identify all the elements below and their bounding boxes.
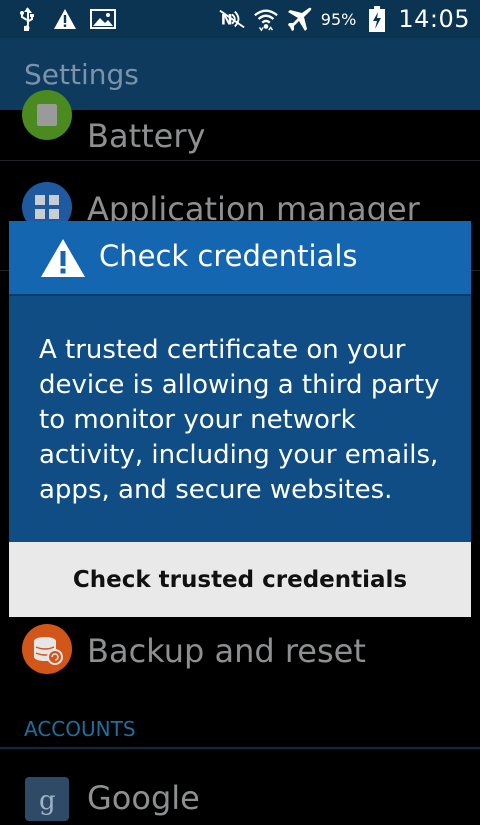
dialog-title: Check credentials bbox=[99, 239, 358, 273]
dialog-header: Check credentials bbox=[9, 221, 471, 294]
dialog-divider bbox=[9, 294, 471, 296]
check-credentials-dialog: Check credentials A trusted certificate … bbox=[9, 221, 471, 617]
check-trusted-credentials-button[interactable]: Check trusted credentials bbox=[9, 542, 471, 617]
warning-icon bbox=[39, 237, 87, 279]
dialog-message: A trusted certificate on your device is … bbox=[39, 335, 440, 505]
